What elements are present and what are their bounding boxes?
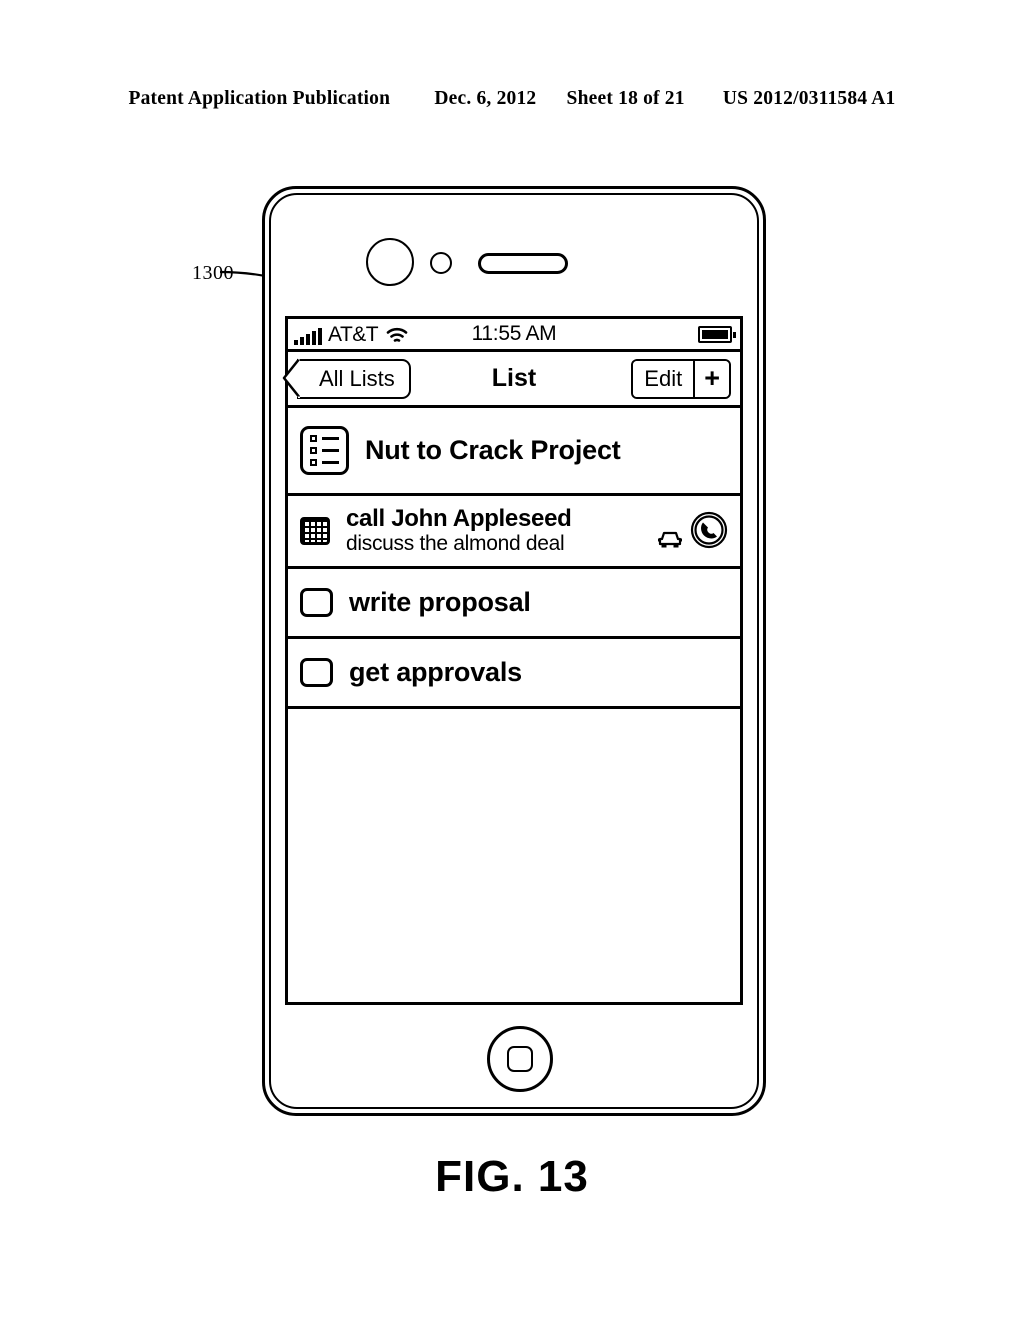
proximity-sensor-icon [430,252,452,274]
list-item-write-proposal[interactable]: write proposal [288,569,740,639]
grid-checkbox-icon[interactable] [300,517,330,545]
wifi-icon [386,327,408,342]
chevron-left-icon [282,358,300,398]
checkbox-icon[interactable] [300,588,333,617]
battery-icon [698,325,736,343]
list-item-text: write proposal [349,587,531,618]
back-button-label: All Lists [319,365,395,391]
task-subtitle: discuss the almond deal [346,532,565,555]
list-item-text: get approvals [349,657,522,688]
figure-caption: FIG. 13 [435,1152,589,1201]
task-title: write proposal [349,587,531,617]
list-item-accessories [656,511,728,551]
navigation-bar: All Lists List Edit + [282,352,740,408]
home-button-square-icon [507,1046,533,1072]
checklist-icon [300,426,349,475]
list-item-text: call John Appleseed discuss the almond d… [346,505,572,556]
task-title: get approvals [349,657,522,687]
status-bar: AT&T 11:55 AM [288,319,740,352]
phone-call-icon[interactable] [690,511,728,549]
list-empty-area [288,709,740,1002]
status-bar-right [698,325,736,343]
car-icon[interactable] [656,527,684,549]
earpiece-speaker-icon [478,253,568,274]
status-bar-left: AT&T [294,324,409,345]
task-title: call John Appleseed [346,505,572,532]
publication-label: Patent Application Publication [128,88,391,109]
sheet-number: Sheet 18 of 21 [566,88,685,109]
project-title: Nut to Crack Project [365,435,621,465]
patent-number: US 2012/0311584 A1 [722,88,896,109]
publication-date: Dec. 6, 2012 [434,88,537,109]
back-button-all-lists[interactable]: All Lists [282,358,411,399]
carrier-label: AT&T [328,322,379,346]
edit-button[interactable]: Edit [633,360,694,397]
nav-segmented-control: Edit + [631,358,731,399]
list-item-get-approvals[interactable]: get approvals [288,639,740,709]
add-button[interactable]: + [693,360,729,397]
home-button[interactable] [487,1026,553,1092]
patent-page-header: Patent Application Publication Dec. 6, 2… [0,88,1024,110]
checkbox-icon[interactable] [300,658,333,687]
list-item-text: Nut to Crack Project [365,435,621,466]
list-item-call-task[interactable]: call John Appleseed discuss the almond d… [288,496,740,569]
camera-lens-icon [366,238,414,286]
device-screen: AT&T 11:55 AM All Lists List Edit + Nut … [282,316,743,1005]
list-container: Nut to Crack Project call John Appleseed… [288,408,740,1002]
signal-bars-icon [294,327,322,345]
list-item-project[interactable]: Nut to Crack Project [288,408,740,496]
